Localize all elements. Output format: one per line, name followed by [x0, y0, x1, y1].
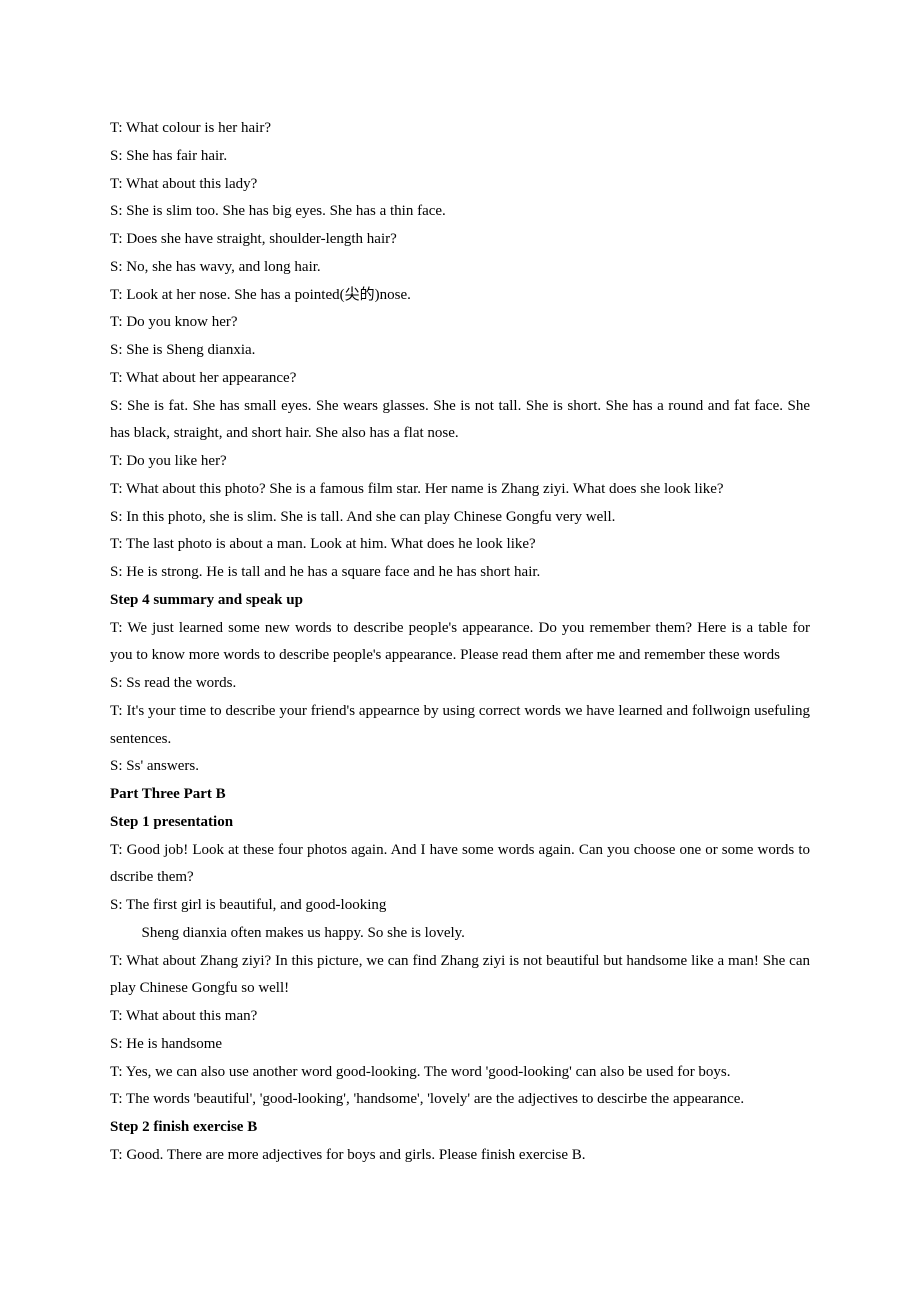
heading-line: Step 1 presentation	[110, 809, 810, 837]
text-line: T: Good. There are more adjectives for b…	[110, 1142, 810, 1170]
heading-line: Step 4 summary and speak up	[110, 587, 810, 615]
text-line: S: She has fair hair.	[110, 143, 810, 171]
document-page: T: What colour is her hair?S: She has fa…	[0, 0, 920, 1302]
text-line: S: In this photo, she is slim. She is ta…	[110, 504, 810, 532]
text-line: T: Good job! Look at these four photos a…	[110, 837, 810, 893]
text-line: T: Do you know her?	[110, 309, 810, 337]
heading-line: Part Three Part B	[110, 781, 810, 809]
heading-line: Step 2 finish exercise B	[110, 1114, 810, 1142]
text-line: T: The words 'beautiful', 'good-looking'…	[110, 1086, 810, 1114]
text-line: T: What colour is her hair?	[110, 115, 810, 143]
text-line: S: She is slim too. She has big eyes. Sh…	[110, 198, 810, 226]
document-body: T: What colour is her hair?S: She has fa…	[110, 115, 810, 1170]
text-line: T: Look at her nose. She has a pointed(尖…	[110, 282, 810, 310]
text-line: T: What about this man?	[110, 1003, 810, 1031]
text-line: T: It's your time to describe your frien…	[110, 698, 810, 754]
text-line: T: Do you like her?	[110, 448, 810, 476]
text-line: S: Ss read the words.	[110, 670, 810, 698]
text-line: S: Ss' answers.	[110, 753, 810, 781]
text-line: T: Does she have straight, shoulder-leng…	[110, 226, 810, 254]
text-line: S: He is handsome	[110, 1031, 810, 1059]
text-line: S: No, she has wavy, and long hair.	[110, 254, 810, 282]
text-line: T: The last photo is about a man. Look a…	[110, 531, 810, 559]
text-line: T: Yes, we can also use another word goo…	[110, 1059, 810, 1087]
text-line: T: What about this lady?	[110, 171, 810, 199]
text-line: T: We just learned some new words to des…	[110, 615, 810, 671]
text-line: T: What about this photo? She is a famou…	[110, 476, 810, 504]
text-line: S: The first girl is beautiful, and good…	[110, 892, 810, 920]
text-line: S: He is strong. He is tall and he has a…	[110, 559, 810, 587]
text-line: Sheng dianxia often makes us happy. So s…	[110, 920, 810, 948]
text-line: T: What about her appearance?	[110, 365, 810, 393]
text-line: S: She is Sheng dianxia.	[110, 337, 810, 365]
text-line: S: She is fat. She has small eyes. She w…	[110, 393, 810, 449]
text-line: T: What about Zhang ziyi? In this pictur…	[110, 948, 810, 1004]
